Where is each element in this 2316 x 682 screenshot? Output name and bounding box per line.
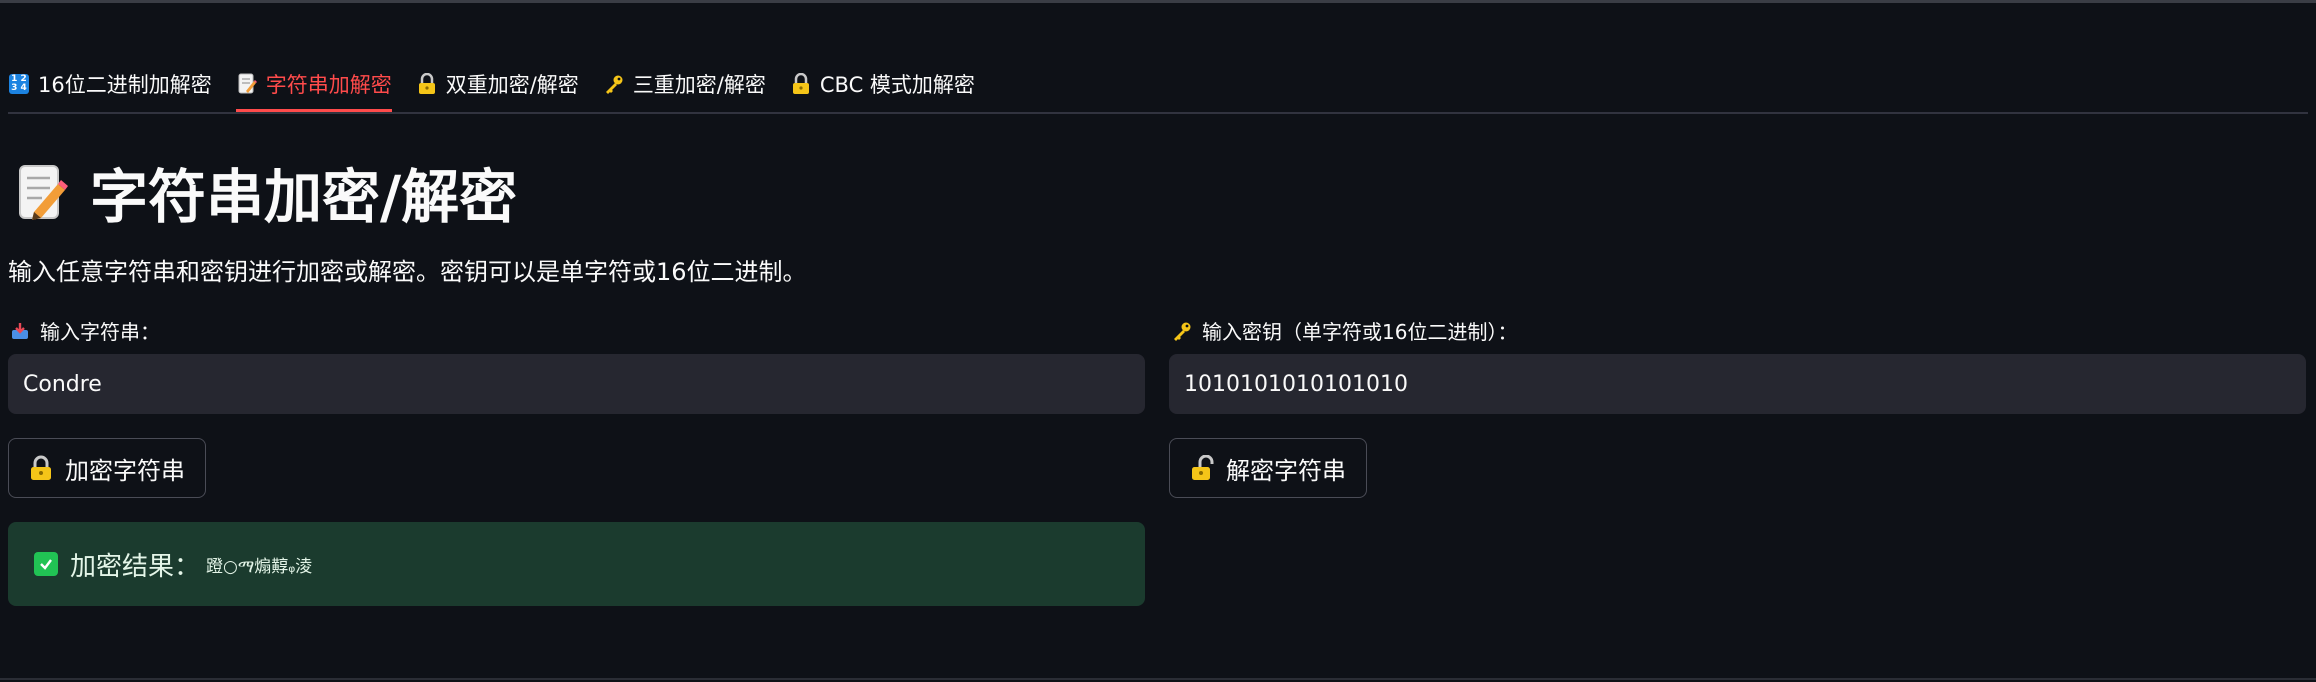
result-value: 蹬○ማ煽䵍ᵩ淩 xyxy=(206,556,313,577)
tab-double[interactable]: 双重加密/解密 xyxy=(416,58,579,110)
key-icon xyxy=(1172,321,1194,341)
encryption-result-alert: 加密结果： 蹬○ማ煽䵍ᵩ淩 xyxy=(8,522,1145,606)
string-input[interactable]: Condre xyxy=(8,354,1145,414)
tab-label: 16位二进制加解密 xyxy=(38,73,212,97)
bottom-divider xyxy=(0,678,2316,680)
lock-icon xyxy=(416,73,438,95)
memo-icon xyxy=(236,73,258,95)
checkmark-icon xyxy=(34,552,58,576)
tab-triple[interactable]: 三重加密/解密 xyxy=(603,58,766,110)
memo-icon xyxy=(16,162,68,222)
top-divider xyxy=(0,0,2316,3)
binary-grid-icon: 1 23 4 xyxy=(8,73,30,95)
lock-icon xyxy=(29,455,55,481)
lock-icon xyxy=(790,73,812,95)
unlock-icon xyxy=(1190,455,1216,481)
tab-bar: 1 23 4 16位二进制加解密 字符串加解密 双重加密/解密 三重加密/解密 … xyxy=(8,58,2308,114)
tab-cbc[interactable]: CBC 模式加解密 xyxy=(790,58,975,110)
tab-binary[interactable]: 1 23 4 16位二进制加解密 xyxy=(8,58,212,110)
tab-label: 双重加密/解密 xyxy=(445,73,579,97)
encrypt-button[interactable]: 加密字符串 xyxy=(8,438,206,498)
tab-label: CBC 模式加解密 xyxy=(819,73,975,97)
key-input[interactable]: 1010101010101010 xyxy=(1169,354,2306,414)
page-title-text: 字符串加密/解密 xyxy=(90,163,518,231)
key-input-label: 输入密钥（单字符或16位二进制）： xyxy=(1172,316,1517,345)
key-icon xyxy=(603,73,625,95)
result-label: 加密结果： xyxy=(70,551,201,582)
inbox-tray-icon xyxy=(10,321,32,341)
decrypt-button[interactable]: 解密字符串 xyxy=(1169,438,1367,498)
tab-label: 字符串加解密 xyxy=(265,73,392,97)
string-input-label: 输入字符串： xyxy=(10,316,160,345)
page-description: 输入任意字符串和密钥进行加密或解密。密钥可以是单字符或16位二进制。 xyxy=(8,258,807,286)
page-title: 字符串加密/解密 xyxy=(16,152,517,232)
tab-label: 三重加密/解密 xyxy=(632,73,766,97)
tab-string[interactable]: 字符串加解密 xyxy=(235,58,392,112)
